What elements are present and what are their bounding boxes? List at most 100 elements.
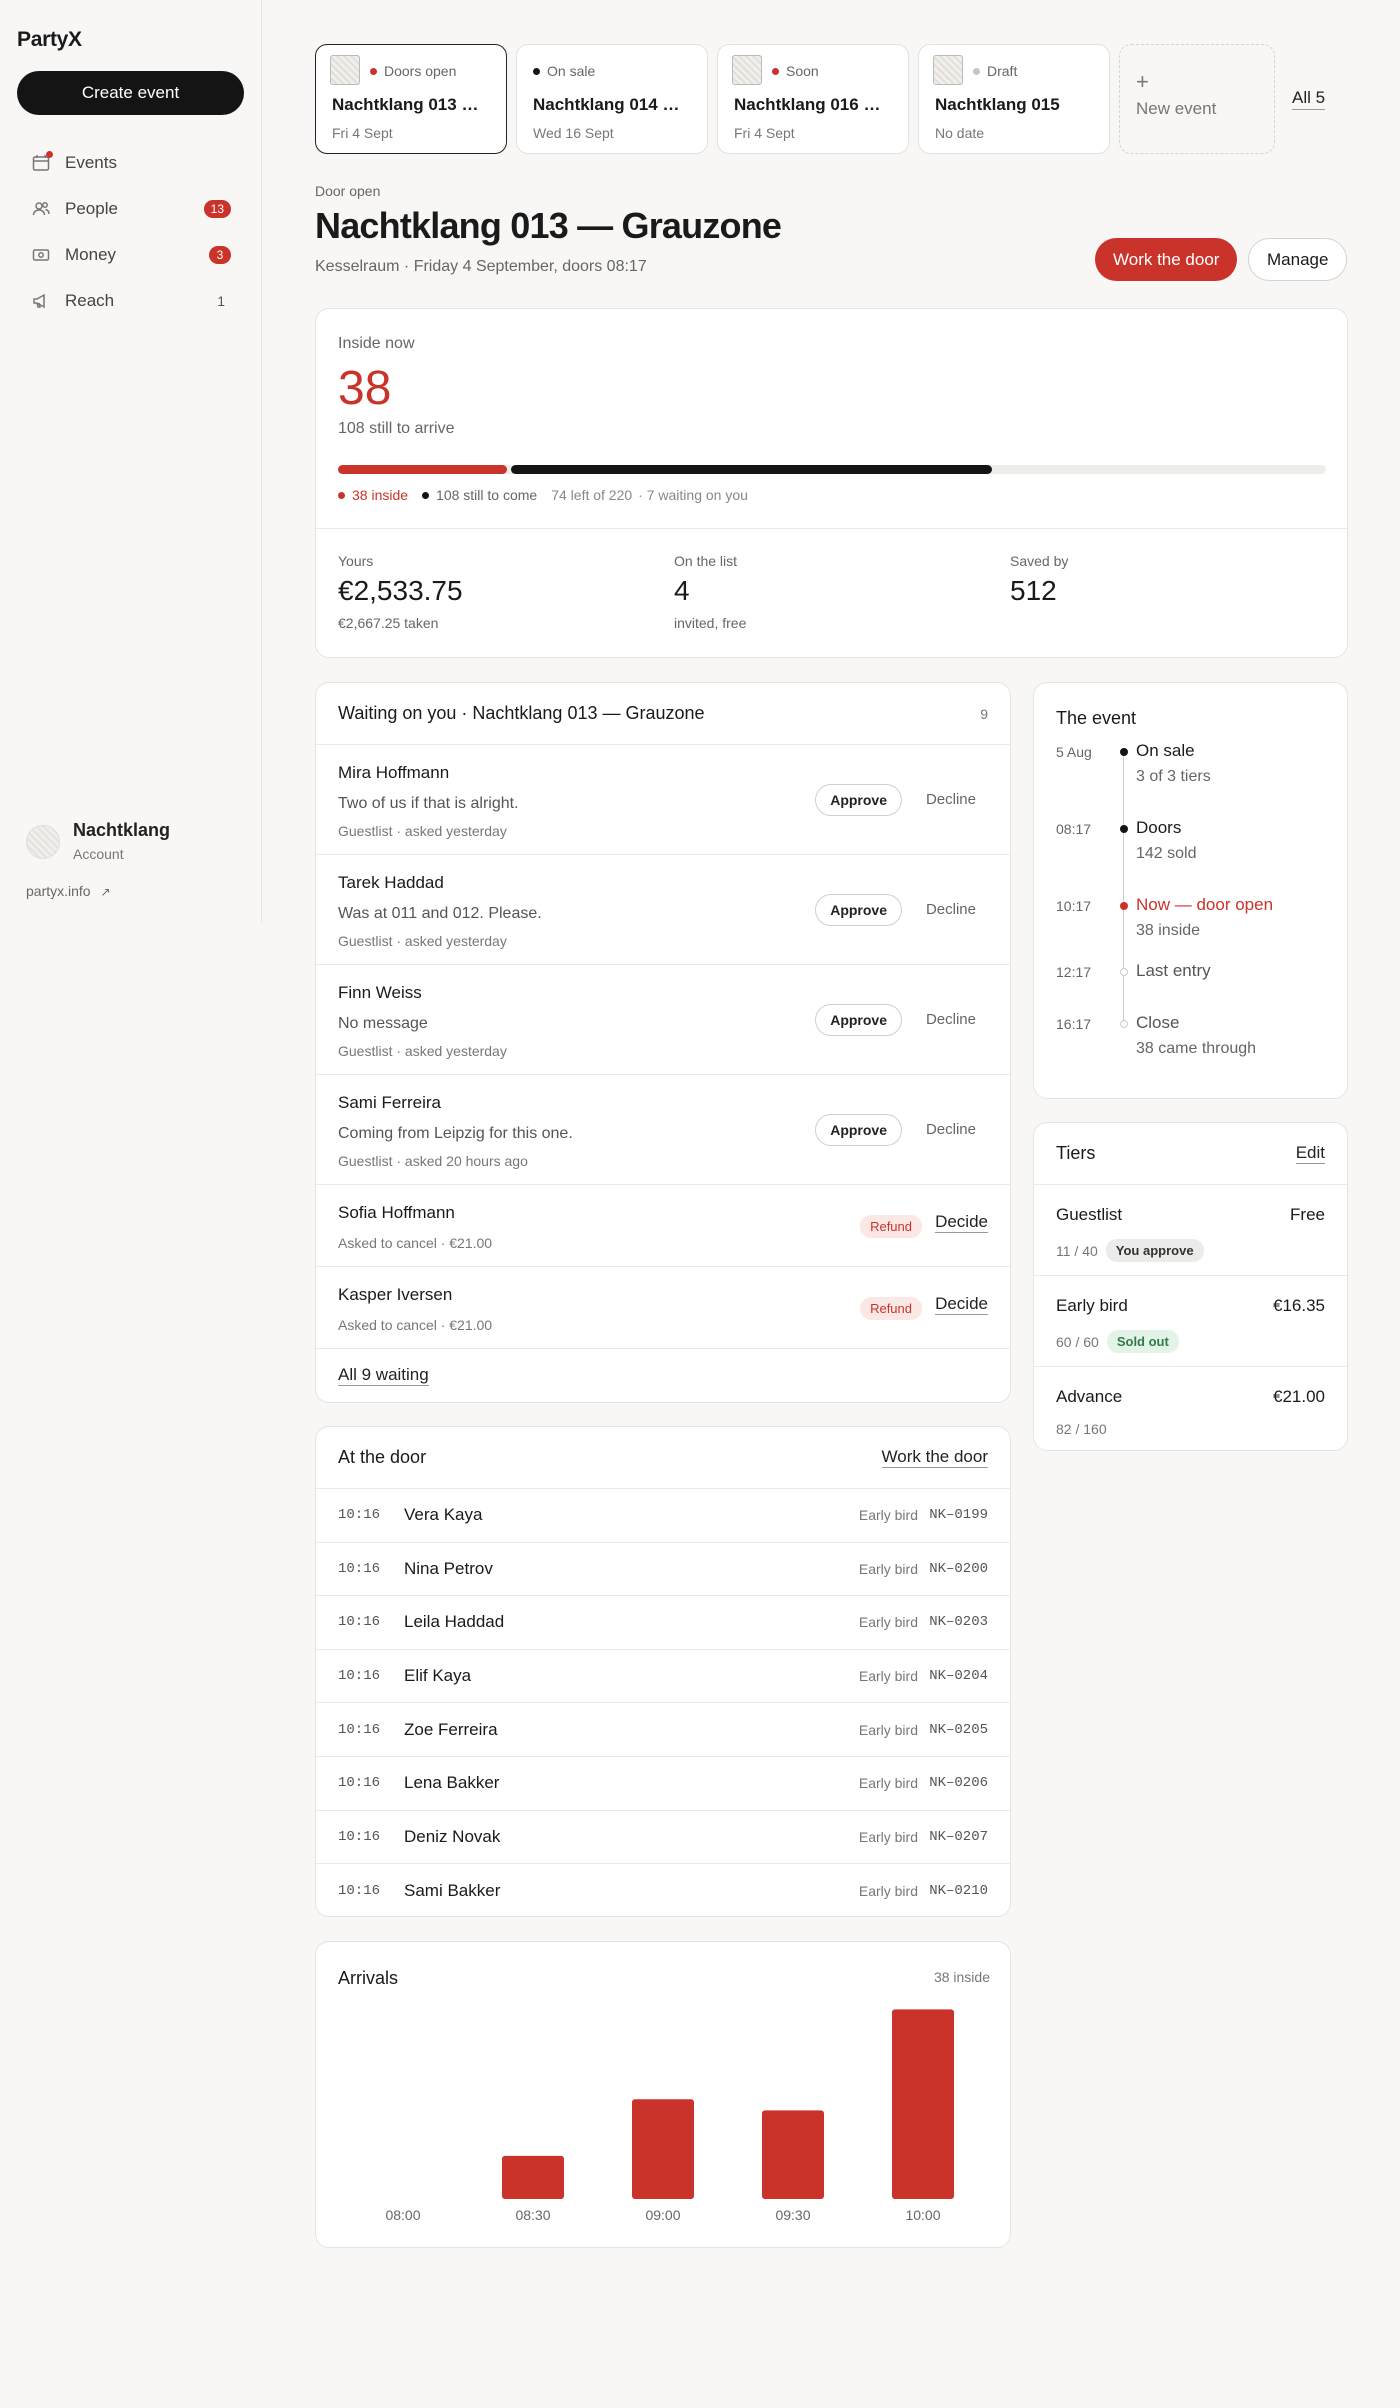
door-title: At the door xyxy=(338,1447,427,1467)
notification-dot xyxy=(46,151,53,158)
table-row[interactable]: 10:16 Deniz Novak Early bird NK–0207 xyxy=(316,1811,1010,1865)
work-the-door-link[interactable]: Work the door xyxy=(881,1447,988,1468)
new-event-label: New event xyxy=(1136,99,1217,118)
event-thumbnail xyxy=(732,55,762,85)
tier-price: Free xyxy=(1290,1205,1325,1224)
table-row[interactable]: 10:16 Nina Petrov Early bird NK–0200 xyxy=(316,1543,1010,1597)
tier-badge: Sold out xyxy=(1106,1330,1179,1353)
ticket-tier: Early bird xyxy=(858,1668,918,1685)
chart-title: Arrivals xyxy=(338,1968,398,1988)
tier-row[interactable]: Guestlist Free 11 / 40 You approve xyxy=(1034,1185,1347,1276)
x-tick-label: 09:00 xyxy=(645,2207,680,2223)
event-tab-name: Nachtklang 013 — Grauzone xyxy=(332,95,492,114)
timeline-dot xyxy=(1120,748,1128,756)
guest-name: Nina Petrov xyxy=(404,1558,493,1578)
manage-button[interactable]: Manage xyxy=(1248,238,1348,281)
timeline-dot xyxy=(1120,1020,1128,1028)
people-badge: 13 xyxy=(203,200,231,218)
new-event-tab[interactable]: + New event xyxy=(1119,44,1275,154)
account-sub: Account xyxy=(73,846,124,862)
requester-name: Finn Weiss xyxy=(338,983,422,1002)
all-events-link[interactable]: All 5 xyxy=(1292,88,1326,110)
table-row[interactable]: 10:16 Sami Bakker Early bird NK–0210 xyxy=(316,1864,1010,1918)
table-row[interactable]: 10:16 Leila Haddad Early bird NK–0203 xyxy=(316,1596,1010,1650)
site-link[interactable]: partyx.info ↗ xyxy=(26,883,111,899)
sidebar-item-reach[interactable]: Reach 1 xyxy=(17,278,245,324)
arrivals-chart: Arrivals 38 inside 08:00 08:30 09:00 09:30 10:… xyxy=(338,1968,990,2223)
kpi-sub: invited, free xyxy=(674,615,747,631)
divider xyxy=(316,528,1347,529)
list-item: Finn Weiss No message Guestlist · asked … xyxy=(316,965,1010,1075)
approve-button[interactable]: Approve xyxy=(815,1114,902,1146)
list-item: Mira Hoffmann Two of us if that is alrig… xyxy=(316,745,1010,855)
account-name: Nachtklang xyxy=(73,820,171,840)
event-tab[interactable]: Soon Nachtklang 016 — Hallraum Fri 4 Sep… xyxy=(717,44,909,154)
all-waiting-link[interactable]: All 9 waiting xyxy=(338,1365,429,1386)
brand-logo[interactable]: PartyX xyxy=(17,28,82,52)
kpi-value: €2,533.75 xyxy=(338,575,463,606)
create-event-button[interactable]: Create event xyxy=(17,71,244,115)
kpi-value: 512 xyxy=(1010,575,1057,606)
timeline-dot xyxy=(1120,825,1128,833)
timeline-line xyxy=(1123,753,1124,1025)
work-the-door-button[interactable]: Work the door xyxy=(1095,238,1238,281)
ticket-tier: Early bird xyxy=(858,1614,918,1631)
decline-button[interactable]: Decline xyxy=(926,1011,976,1028)
arrivals-bar xyxy=(762,2110,824,2199)
event-status: On sale xyxy=(533,63,595,79)
tiers-header: Tiers Edit xyxy=(1034,1123,1347,1185)
refund-badge: Refund xyxy=(860,1215,922,1238)
request-meta: Guestlist · asked yesterday xyxy=(338,933,507,949)
status-dot xyxy=(973,67,980,75)
door-list: 10:16 Vera Kaya Early bird NK–0199 10:16 Nina… xyxy=(316,1489,1010,1918)
table-row[interactable]: 10:16 Elif Kaya Early bird NK–0204 xyxy=(316,1650,1010,1704)
list-item: Tarek Haddad Was at 011 and 012. Please.… xyxy=(316,855,1010,965)
edit-tiers-link[interactable]: Edit xyxy=(1295,1143,1325,1164)
table-row[interactable]: 10:16 Lena Bakker Early bird NK–0206 xyxy=(316,1757,1010,1811)
sidebar-item-events[interactable]: Events xyxy=(17,140,245,186)
timeline-label: Close xyxy=(1136,1013,1180,1032)
attendance-card: Inside now 38 108 still to arrive 38 ins… xyxy=(315,308,1348,658)
ticket-tier: Early bird xyxy=(858,1882,918,1899)
timeline-dot xyxy=(1120,902,1128,910)
event-thumbnail xyxy=(330,55,360,85)
ticket-code: NK–0206 xyxy=(929,1775,988,1792)
site-link-label: partyx.info xyxy=(26,883,91,899)
requester-name: Mira Hoffmann xyxy=(338,763,450,782)
event-tab[interactable]: Doors open Nachtklang 013 — Grauzone Fri… xyxy=(315,44,507,154)
decline-button[interactable]: Decline xyxy=(926,1121,976,1138)
request-meta: Guestlist · asked yesterday xyxy=(338,823,507,839)
approve-button[interactable]: Approve xyxy=(815,784,902,816)
decide-link[interactable]: Decide xyxy=(935,1294,988,1315)
event-tab[interactable]: Draft Nachtklang 015 No date xyxy=(918,44,1110,154)
checkin-time: 10:16 xyxy=(338,1560,381,1577)
approve-button[interactable]: Approve xyxy=(815,894,902,926)
account-switcher[interactable]: Nachtklang Account xyxy=(26,820,170,862)
event-status: Doors open xyxy=(370,63,456,79)
decide-link[interactable]: Decide xyxy=(935,1212,988,1233)
sidebar-nav: Events People 13 Money 3 Reach 1 xyxy=(17,140,245,324)
sidebar-item-money[interactable]: Money 3 xyxy=(17,232,245,278)
timeline-time: 5 Aug xyxy=(1056,744,1092,760)
table-row[interactable]: 10:16 Vera Kaya Early bird NK–0199 xyxy=(316,1489,1010,1543)
tier-badge: You approve xyxy=(1105,1239,1204,1262)
tier-row[interactable]: Advance €21.00 82 / 160 xyxy=(1034,1367,1347,1458)
timeline-label: Doors xyxy=(1136,818,1182,837)
ticket-code: NK–0199 xyxy=(929,1507,988,1524)
event-tab-name: Nachtklang 014 — Verdichtung xyxy=(533,95,693,114)
decline-button[interactable]: Decline xyxy=(926,791,976,808)
sidebar-item-people[interactable]: People 13 xyxy=(17,186,245,232)
decline-button[interactable]: Decline xyxy=(926,901,976,918)
table-row[interactable]: 10:16 Zoe Ferreira Early bird NK–0205 xyxy=(316,1703,1010,1757)
x-tick-label: 10:00 xyxy=(905,2207,940,2223)
capacity-bar-inside xyxy=(338,465,507,474)
chart-summary: 38 inside xyxy=(934,1969,990,1985)
tier-row[interactable]: Early bird €16.35 60 / 60 Sold out xyxy=(1034,1276,1347,1367)
timeline-sub: 142 sold xyxy=(1136,845,1197,862)
arrivals-bar xyxy=(502,2155,564,2199)
money-badge: 3 xyxy=(209,246,231,264)
approve-button[interactable]: Approve xyxy=(815,1004,902,1036)
ticket-code: NK–0204 xyxy=(929,1668,988,1685)
event-tab[interactable]: On sale Nachtklang 014 — Verdichtung Wed… xyxy=(516,44,708,154)
ticket-code: NK–0205 xyxy=(929,1721,988,1738)
